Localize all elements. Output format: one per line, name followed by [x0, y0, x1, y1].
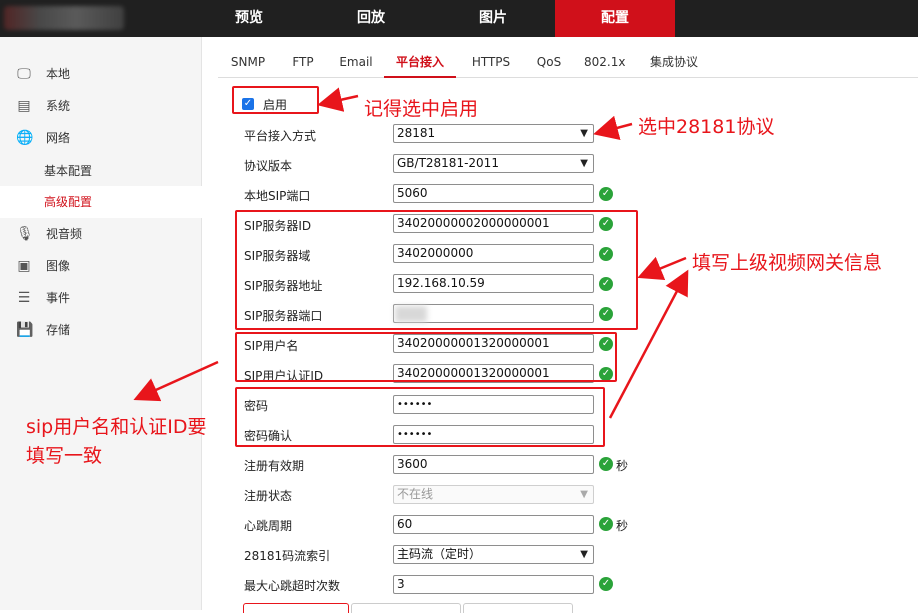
audio-video-icon: 🎙: [16, 226, 34, 242]
sidebar-item-audio-video[interactable]: 🎙 视音频: [0, 218, 202, 250]
sidebar-item-network[interactable]: 🌐 网络: [0, 122, 202, 154]
tab-integration-protocol[interactable]: 集成协议: [646, 47, 702, 78]
access-mode-select[interactable]: 28181 ▼: [393, 124, 594, 143]
sidebar-item-local[interactable]: 🖵 本地: [0, 58, 202, 90]
config-tabs: SNMP FTP Email 平台接入 HTTPS QoS 802.1x 集成协…: [218, 47, 918, 78]
annotation-sip-same-line1: sip用户名和认证ID要: [26, 416, 207, 438]
blurred-logo: [4, 6, 124, 30]
seconds-unit: 秒: [616, 459, 629, 473]
sidebar-item-advanced-config[interactable]: 高级配置: [0, 186, 202, 218]
bottom-tab-strip: [243, 603, 583, 613]
bottom-tab[interactable]: [351, 603, 461, 613]
chevron-down-icon: ▼: [580, 158, 588, 169]
annotation-sip-same-line2: 填写一致: [26, 445, 103, 467]
sidebar-item-label: 网络: [46, 131, 71, 145]
access-mode-value: 28181: [397, 126, 436, 140]
check-icon: ✓: [599, 577, 613, 591]
top-bar: 预览 回放 图片 配置: [0, 0, 918, 37]
arrow-to-28181: [593, 115, 633, 140]
nav-picture[interactable]: 图片: [433, 0, 553, 37]
arrow-to-enable: [317, 87, 359, 112]
annotation-fill-gateway: 填写上级视频网关信息: [692, 252, 883, 274]
nav-config[interactable]: 配置: [555, 0, 675, 37]
sidebar-item-basic-config[interactable]: 基本配置: [0, 155, 202, 187]
heartbeat-input[interactable]: 60: [393, 515, 594, 534]
event-icon: ☰: [17, 290, 31, 306]
tab-snmp[interactable]: SNMP: [228, 47, 268, 78]
globe-icon: 🌐: [16, 130, 34, 146]
sidebar-item-label: 图像: [46, 259, 71, 273]
sidebar-item-event[interactable]: ☰ 事件: [0, 282, 202, 314]
nav-playback[interactable]: 回放: [311, 0, 431, 37]
sidebar-item-label: 高级配置: [44, 195, 93, 209]
protocol-version-label: 协议版本: [244, 159, 293, 173]
tab-platform-access[interactable]: 平台接入: [384, 47, 456, 78]
sidebar-item-label: 视音频: [46, 227, 83, 241]
bottom-tab[interactable]: [463, 603, 573, 613]
monitor-icon: 🖵: [17, 66, 31, 82]
arrow-to-sip-server: [637, 256, 687, 280]
sidebar-item-label: 本地: [46, 67, 71, 81]
annotation-box-sip-user: [235, 332, 617, 382]
chevron-down-icon: ▼: [580, 489, 588, 500]
reg-status-label: 注册状态: [244, 489, 293, 503]
access-mode-label: 平台接入方式: [244, 129, 317, 143]
stream-index-value: 主码流（定时）: [397, 547, 482, 561]
tab-ftp[interactable]: FTP: [288, 47, 318, 78]
tab-8021x[interactable]: 802.1x: [584, 47, 625, 78]
bottom-tab[interactable]: [243, 603, 349, 613]
local-sip-port-label: 本地SIP端口: [244, 189, 311, 203]
max-heartbeat-timeout-label: 最大心跳超时次数: [244, 579, 341, 593]
chevron-down-icon: ▼: [580, 549, 588, 560]
sidebar-item-storage[interactable]: 💾 存储: [0, 314, 202, 346]
sidebar-item-system[interactable]: ▤ 系统: [0, 90, 202, 122]
check-icon: ✓: [599, 457, 613, 471]
sidebar-item-label: 系统: [46, 99, 71, 113]
chevron-down-icon: ▼: [580, 128, 588, 139]
system-icon: ▤: [17, 98, 31, 114]
annotation-box-password: [235, 387, 605, 447]
tab-qos[interactable]: QoS: [534, 47, 564, 78]
check-icon: ✓: [599, 187, 613, 201]
sidebar-item-label: 基本配置: [44, 164, 93, 178]
heartbeat-label: 心跳周期: [244, 519, 293, 533]
seconds-unit: 秒: [616, 519, 629, 533]
tab-https[interactable]: HTTPS: [468, 47, 514, 78]
tab-email[interactable]: Email: [336, 47, 376, 78]
annotation-box-sip-server: [235, 210, 638, 330]
storage-icon: 💾: [16, 322, 34, 338]
annotation-select-28181: 选中28181协议: [638, 116, 775, 138]
reg-status-select: 不在线 ▼: [393, 485, 594, 504]
protocol-version-select[interactable]: GB/T28181-2011 ▼: [393, 154, 594, 173]
annotation-box-enable: [232, 86, 319, 114]
reg-status-value: 不在线: [397, 487, 434, 501]
protocol-version-value: GB/T28181-2011: [397, 156, 499, 170]
reg-validity-label: 注册有效期: [244, 459, 305, 473]
reg-validity-input[interactable]: 3600: [393, 455, 594, 474]
stream-index-select[interactable]: 主码流（定时） ▼: [393, 545, 594, 564]
nav-preview[interactable]: 预览: [189, 0, 309, 37]
annotation-check-enable: 记得选中启用: [364, 98, 479, 120]
sidebar-item-label: 事件: [46, 291, 71, 305]
sidebar: 🖵 本地 ▤ 系统 🌐 网络 基本配置 高级配置 🎙 视音频 ▣ 图像 ☰ 事件…: [0, 37, 202, 610]
stream-index-label: 28181码流索引: [244, 549, 331, 563]
sidebar-item-image[interactable]: ▣ 图像: [0, 250, 202, 282]
check-icon: ✓: [599, 517, 613, 531]
max-heartbeat-timeout-input[interactable]: 3: [393, 575, 594, 594]
image-icon: ▣: [17, 258, 31, 274]
local-sip-port-input[interactable]: 5060: [393, 184, 594, 203]
sidebar-item-label: 存储: [46, 323, 71, 337]
